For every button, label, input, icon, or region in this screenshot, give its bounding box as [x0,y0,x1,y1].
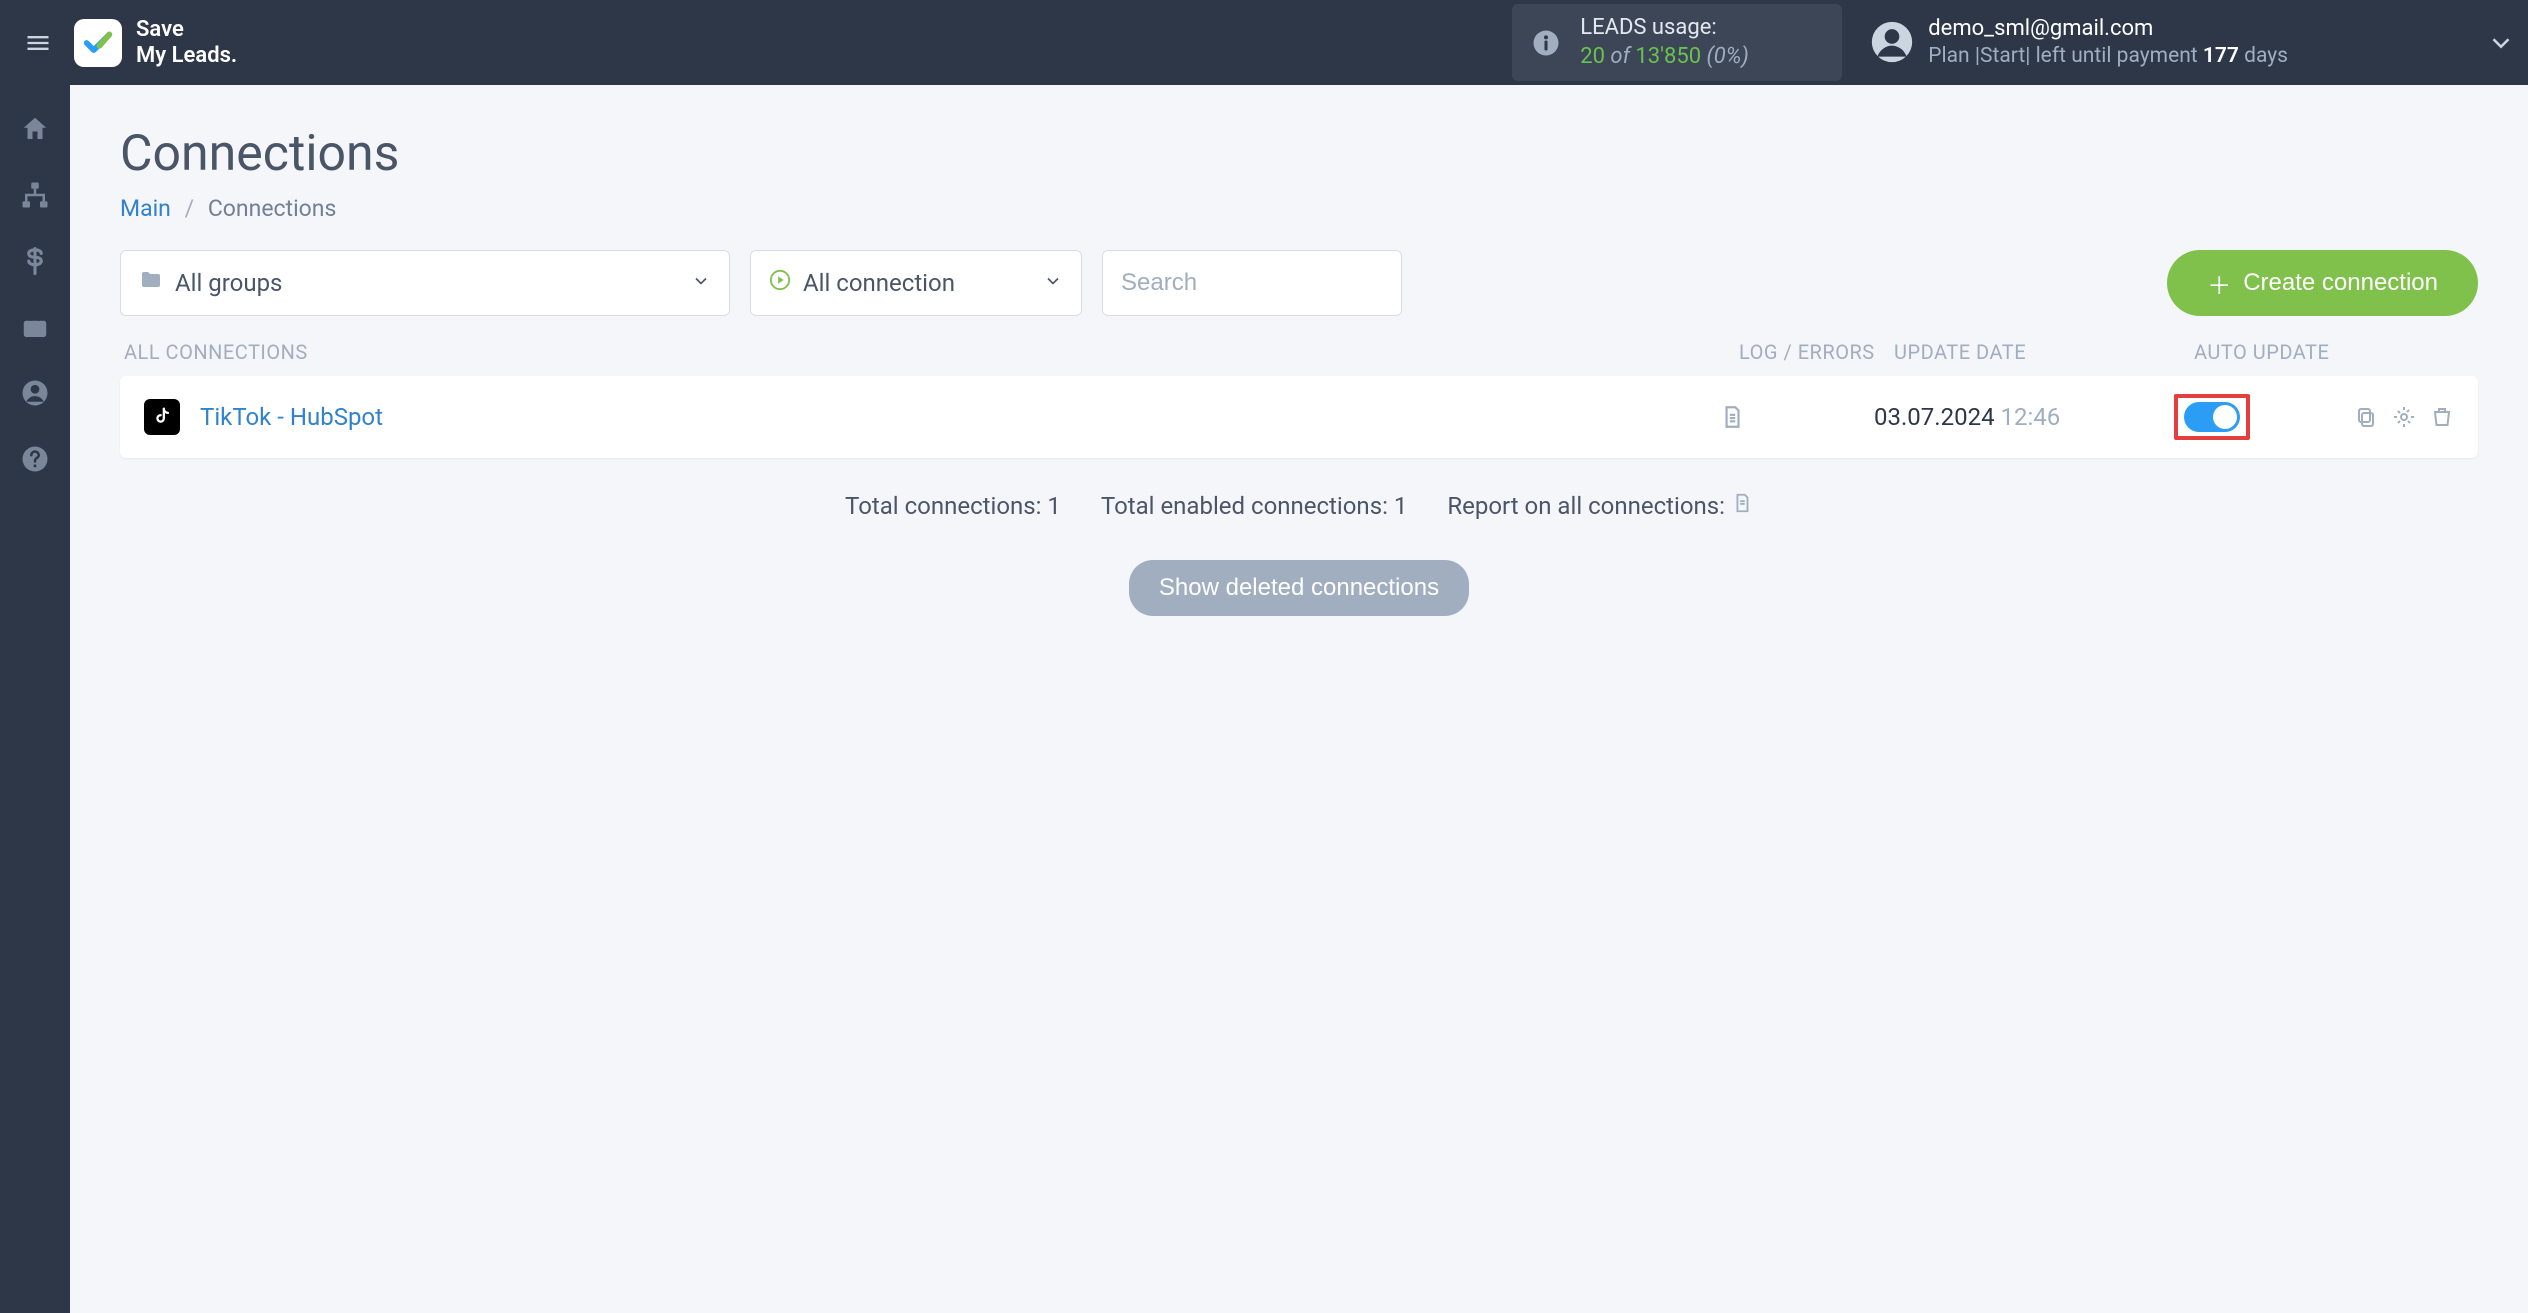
chevron-down-icon [1043,269,1063,297]
brand-line1: Save [136,17,237,42]
breadcrumb: Main / Connections [120,195,2478,222]
groups-select[interactable]: All groups [120,250,730,316]
connection-name-link[interactable]: TikTok - HubSpot [200,403,1719,431]
create-button-label: Create connection [2243,269,2438,297]
create-connection-button[interactable]: ＋ Create connection [2167,250,2478,316]
show-deleted-button[interactable]: Show deleted connections [1129,560,1469,616]
table-row[interactable]: TikTok - HubSpot 03.07.2024 12:46 [120,376,2478,458]
leads-usage-value: 20 of 13'850 (0%) [1580,43,1749,72]
summary-report: Report on all connections: [1447,492,1753,520]
col-header-auto: AUTO UPDATE [2194,340,2474,364]
summary-row: Total connections: 1 Total enabled conne… [120,492,2478,520]
row-actions [2344,405,2454,429]
status-select-label: All connection [803,269,955,297]
summary-enabled: Total enabled connections: 1 [1101,492,1407,520]
breadcrumb-main-link[interactable]: Main [120,195,171,222]
user-icon [20,378,50,408]
checkmark-icon [81,26,115,60]
search-input[interactable] [1102,250,1402,316]
play-circle-icon [769,269,791,297]
nav-billing[interactable] [19,245,51,277]
breadcrumb-separator: / [185,195,195,222]
connection-log-button[interactable] [1719,404,1874,430]
menu-toggle-button[interactable] [20,25,56,61]
hamburger-icon [24,29,52,57]
leads-usage-label: LEADS usage: [1580,14,1749,43]
chevron-down-icon [691,269,711,297]
status-select[interactable]: All connection [750,250,1082,316]
brand-line2: My Leads. [136,43,237,68]
main-content: Connections Main / Connections All group… [70,85,2528,1313]
connection-app-icon [144,399,180,435]
filters-row: All groups All connection ＋ Create conne… [120,250,2478,316]
trash-icon[interactable] [2430,405,2454,429]
account-info[interactable]: demo_sml@gmail.com Plan |Start| left unt… [1870,15,2288,71]
document-icon [1719,404,1745,430]
nav-tools[interactable] [19,311,51,343]
nav-help[interactable] [19,443,51,475]
sidebar-nav [0,85,70,1313]
gear-icon[interactable] [2392,405,2416,429]
plus-icon: ＋ [2207,266,2231,301]
copy-icon[interactable] [2354,405,2378,429]
header-dropdown-caret[interactable] [2486,28,2516,58]
page-title: Connections [120,125,2478,183]
nav-connections[interactable] [19,179,51,211]
summary-total: Total connections: 1 [845,492,1061,520]
sitemap-icon [20,180,50,210]
col-header-date: UPDATE DATE [1894,340,2194,364]
breadcrumb-current: Connections [208,195,337,222]
account-plan: Plan |Start| left until payment 177 days [1928,43,2288,70]
tiktok-icon [151,406,173,428]
auto-update-toggle[interactable] [2184,402,2240,432]
groups-select-label: All groups [175,269,282,297]
col-header-name: ALL CONNECTIONS [124,340,1739,364]
app-header: Save My Leads. LEADS usage: 20 of 13'850… [0,0,2528,85]
briefcase-icon [20,312,50,342]
home-icon [20,114,50,144]
nav-account[interactable] [19,377,51,409]
connection-update-date: 03.07.2024 12:46 [1874,403,2174,431]
toggle-knob [2213,405,2237,429]
nav-home[interactable] [19,113,51,145]
report-icon[interactable] [1731,492,1753,520]
dollar-icon [20,246,50,276]
auto-update-highlight [2174,394,2250,440]
account-email: demo_sml@gmail.com [1928,15,2288,44]
col-header-log: LOG / ERRORS [1739,340,1894,364]
leads-usage-panel[interactable]: LEADS usage: 20 of 13'850 (0%) [1512,4,1842,81]
question-icon [20,444,50,474]
table-header-row: ALL CONNECTIONS LOG / ERRORS UPDATE DATE… [120,340,2478,376]
logo-text: Save My Leads. [136,17,237,68]
info-icon [1528,25,1564,61]
avatar-icon [1870,20,1914,64]
logo[interactable] [74,19,122,67]
folder-icon [139,268,163,298]
